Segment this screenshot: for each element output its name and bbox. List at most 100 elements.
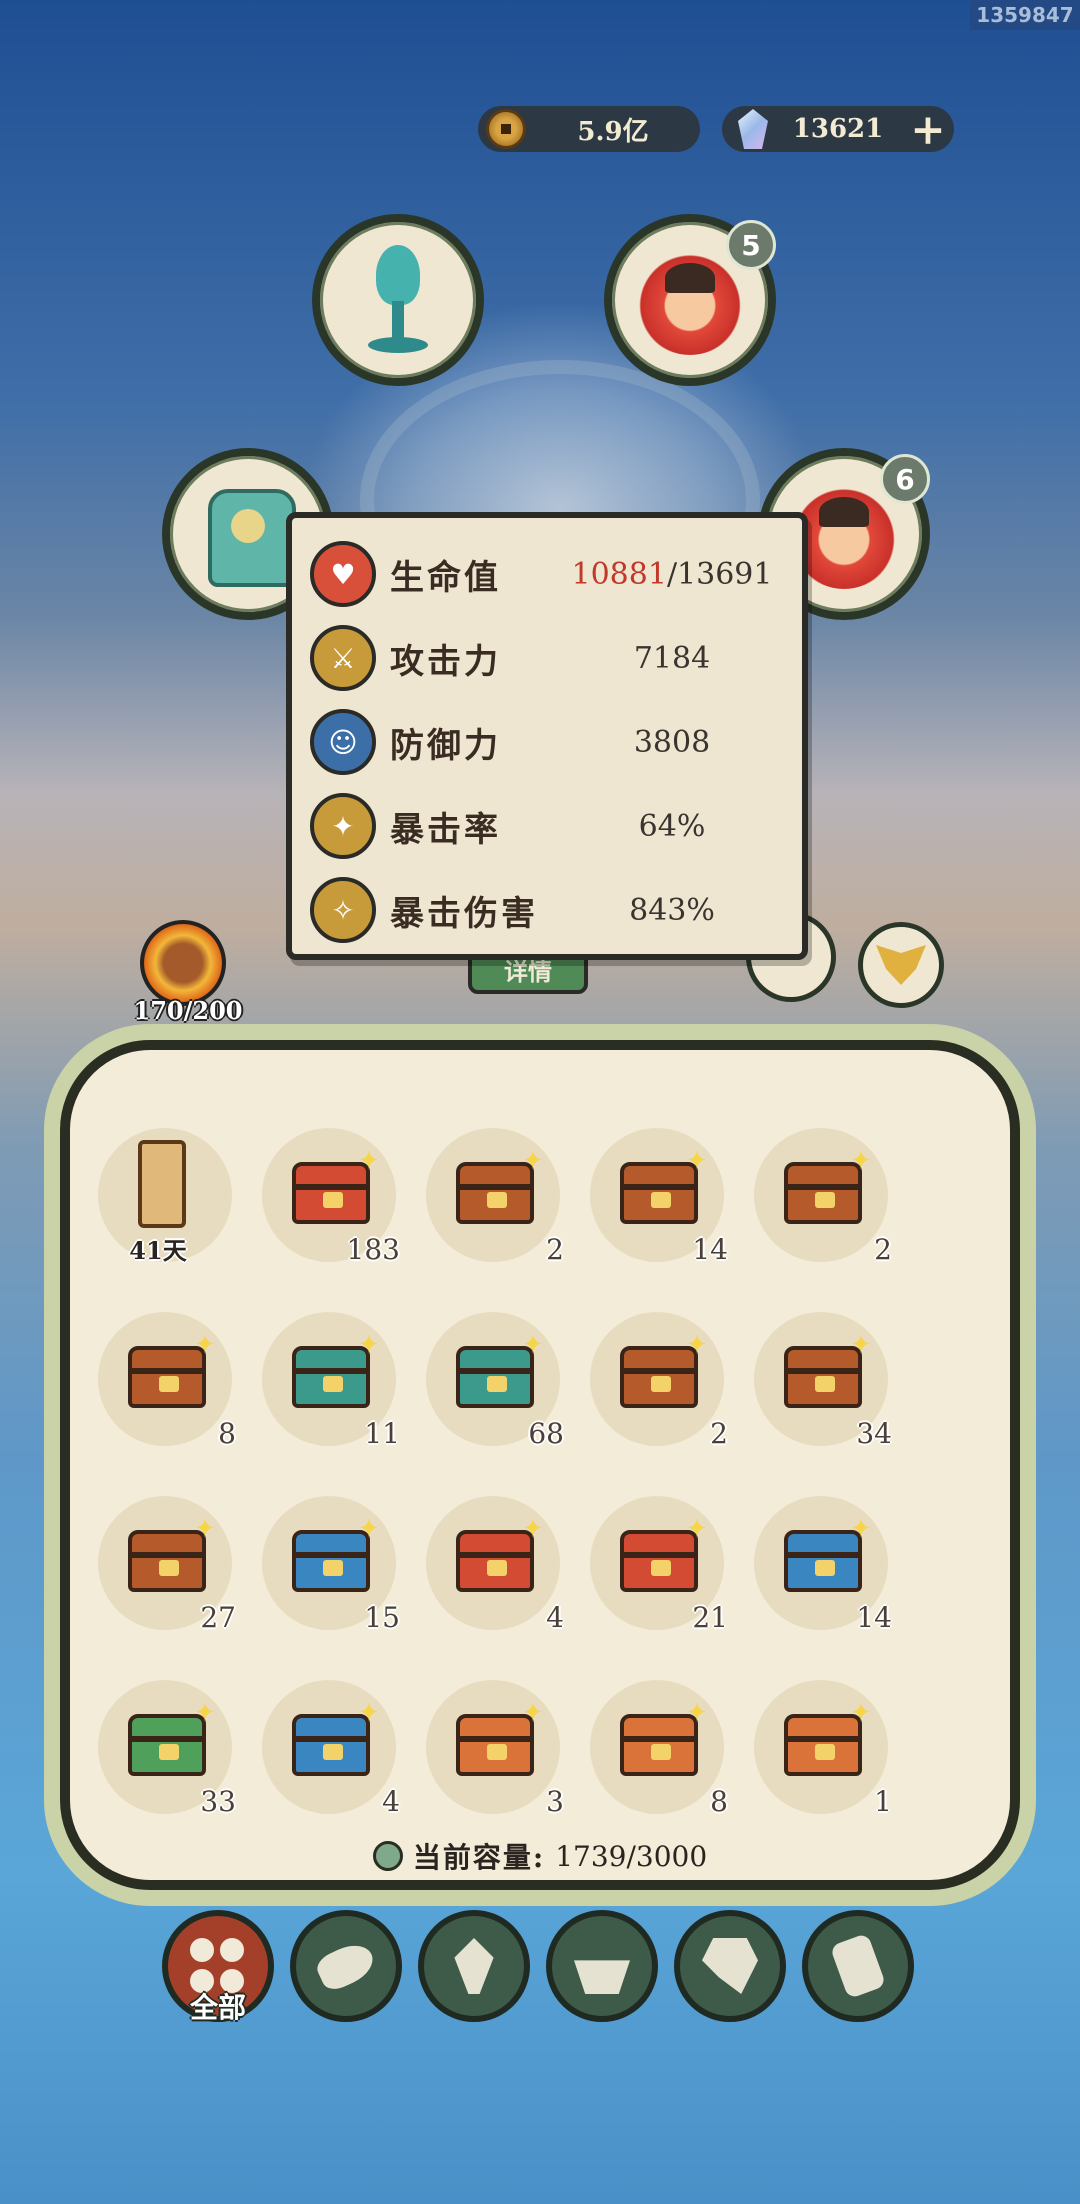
crit-rate-icon: ✦ (310, 793, 376, 859)
stat-value: 64% (560, 809, 784, 844)
inventory-item[interactable]: ✦ 2 (732, 1120, 896, 1266)
stat-value: 7184 (560, 641, 784, 676)
gem-icon (738, 109, 768, 149)
filter-all-button[interactable]: 全部 (162, 1910, 274, 2024)
sparkle-icon: ✦ (850, 1330, 872, 1360)
person-icon: ☺ (310, 709, 376, 775)
sparkle-icon: ✦ (522, 1698, 544, 1728)
inventory-grid: 41天 ✦ 183 ✦ 2 ✦ 14 ✦ 2 ✦ 8 ✦ 11 ✦ 68 ✦ 2 ✦ 34 ✦ 27 ✦ 15 ✦ 4 ✦ 21 ✦ 1… (76, 1120, 996, 1818)
sparkle-icon: ✦ (358, 1514, 380, 1544)
inventory-item[interactable]: ✦ 27 (76, 1488, 240, 1634)
sparkle-icon: ✦ (194, 1514, 216, 1544)
inventory-item[interactable]: ✦ 1 (732, 1672, 896, 1818)
item-count: 2 (546, 1233, 564, 1266)
scroll-icon (829, 1932, 887, 2000)
bowl-icon (574, 1960, 630, 1994)
item-count: 21 (692, 1601, 728, 1634)
companion-portrait-icon (635, 245, 745, 355)
filter-wood-button[interactable] (290, 1910, 402, 2022)
sparkle-icon: ✦ (522, 1330, 544, 1360)
item-count: 15 (364, 1601, 400, 1634)
inventory-item[interactable]: 41天 (76, 1120, 240, 1265)
inventory-item[interactable]: ✦ 33 (76, 1672, 240, 1818)
inventory-item[interactable]: ✦ 4 (404, 1488, 568, 1634)
sparkle-icon: ✦ (686, 1330, 708, 1360)
stat-row: ⚔ 攻击力 7184 (310, 616, 784, 700)
filter-scroll-button[interactable] (802, 1910, 914, 2022)
stat-label: 防御力 (390, 725, 501, 766)
sparkle-icon: ✦ (522, 1514, 544, 1544)
coin-value: 5.9亿 (577, 116, 649, 147)
stats-panel: ♥ 生命值 10881/13691 ⚔ 攻击力 7184 ☺ 防御力 3808 ✦ 暴击率 64% ✧ 暴… (286, 512, 808, 960)
inventory-item[interactable]: ✦ 183 (240, 1120, 404, 1266)
stat-row: ♥ 生命值 10881/13691 (310, 532, 784, 616)
stat-row: ✧ 暴击伤害 843% (310, 868, 784, 952)
stat-value-text: 3808 (633, 724, 711, 760)
gem-counter: 13621 + (722, 105, 954, 154)
sparkle-icon: ✦ (522, 1146, 544, 1176)
sparkle-icon: ✦ (194, 1330, 216, 1360)
cloth-icon (702, 1938, 758, 1994)
inventory-item[interactable]: ✦ 2 (568, 1304, 732, 1450)
add-gems-button[interactable]: + (908, 105, 948, 154)
sparkle-icon: ✦ (686, 1698, 708, 1728)
stat-value-text: 64% (638, 808, 706, 844)
hero-level: 170/200 (133, 996, 243, 1025)
sparkle-icon: ✦ (686, 1514, 708, 1544)
stat-label: 暴击伤害 (390, 893, 538, 934)
item-count: 68 (528, 1417, 564, 1450)
heart-icon: ♥ (310, 541, 376, 607)
item-count: 1 (874, 1785, 892, 1818)
inventory-item[interactable]: ✦ 2 (404, 1120, 568, 1266)
filter-bowl-button[interactable] (546, 1910, 658, 2022)
inventory-item[interactable]: ✦ 14 (732, 1488, 896, 1634)
inventory-item[interactable]: ✦ 11 (240, 1304, 404, 1450)
item-count: 4 (546, 1601, 564, 1634)
lotus-icon (358, 245, 438, 355)
inventory-item[interactable]: ✦ 34 (732, 1304, 896, 1450)
moth-slot[interactable] (858, 922, 944, 1008)
item-count: 14 (856, 1601, 892, 1634)
stat-row: ✦ 暴击率 64% (310, 784, 784, 868)
moth-icon (876, 945, 926, 985)
inventory-item[interactable]: ✦ 21 (568, 1488, 732, 1634)
stat-label: 生命值 (390, 557, 501, 598)
capacity-value: 1739/3000 (555, 1839, 708, 1873)
item-count: 8 (218, 1417, 236, 1450)
item-count: 4 (382, 1785, 400, 1818)
filter-leaf-button[interactable] (418, 1910, 530, 2022)
inventory-item[interactable]: ✦ 68 (404, 1304, 568, 1450)
sparkle-icon: ✦ (850, 1146, 872, 1176)
coin-counter: 5.9亿 (478, 106, 700, 152)
item-count: 14 (692, 1233, 728, 1266)
gem-value: 13621 (792, 114, 884, 144)
stat-value-text: 843% (629, 892, 715, 928)
sparkle-icon: ✦ (358, 1330, 380, 1360)
stat-label: 攻击力 (390, 641, 501, 682)
item-duration: 41天 (129, 1236, 187, 1265)
inventory-item[interactable]: ✦ 14 (568, 1120, 732, 1266)
item-count: 183 (346, 1233, 400, 1266)
filter-cloth-button[interactable] (674, 1910, 786, 2022)
coin-icon (486, 109, 526, 149)
sparkle-icon: ✦ (358, 1698, 380, 1728)
inventory-item[interactable]: ✦ 4 (240, 1672, 404, 1818)
inventory-item[interactable]: ✦ 3 (404, 1672, 568, 1818)
item-count: 34 (856, 1417, 892, 1450)
item-count: 2 (710, 1417, 728, 1450)
lotus-slot[interactable] (312, 214, 484, 386)
filter-bar: 全部 (162, 1910, 914, 2024)
companion-badge: 6 (880, 454, 930, 504)
hero-avatar[interactable] (140, 920, 226, 1006)
inventory-item[interactable]: ✦ 8 (76, 1304, 240, 1450)
inventory-item[interactable]: ✦ 8 (568, 1672, 732, 1818)
wood-icon (313, 1937, 379, 1995)
inventory-item[interactable]: ✦ 15 (240, 1488, 404, 1634)
item-count: 8 (710, 1785, 728, 1818)
leaf-icon (454, 1938, 494, 1994)
stat-value-text: /13691 (666, 556, 773, 592)
companion-slot-1[interactable]: 5 (604, 214, 776, 386)
stat-current-value: 10881 (571, 556, 667, 592)
stat-value: 3808 (560, 725, 784, 760)
crit-damage-icon: ✧ (310, 877, 376, 943)
